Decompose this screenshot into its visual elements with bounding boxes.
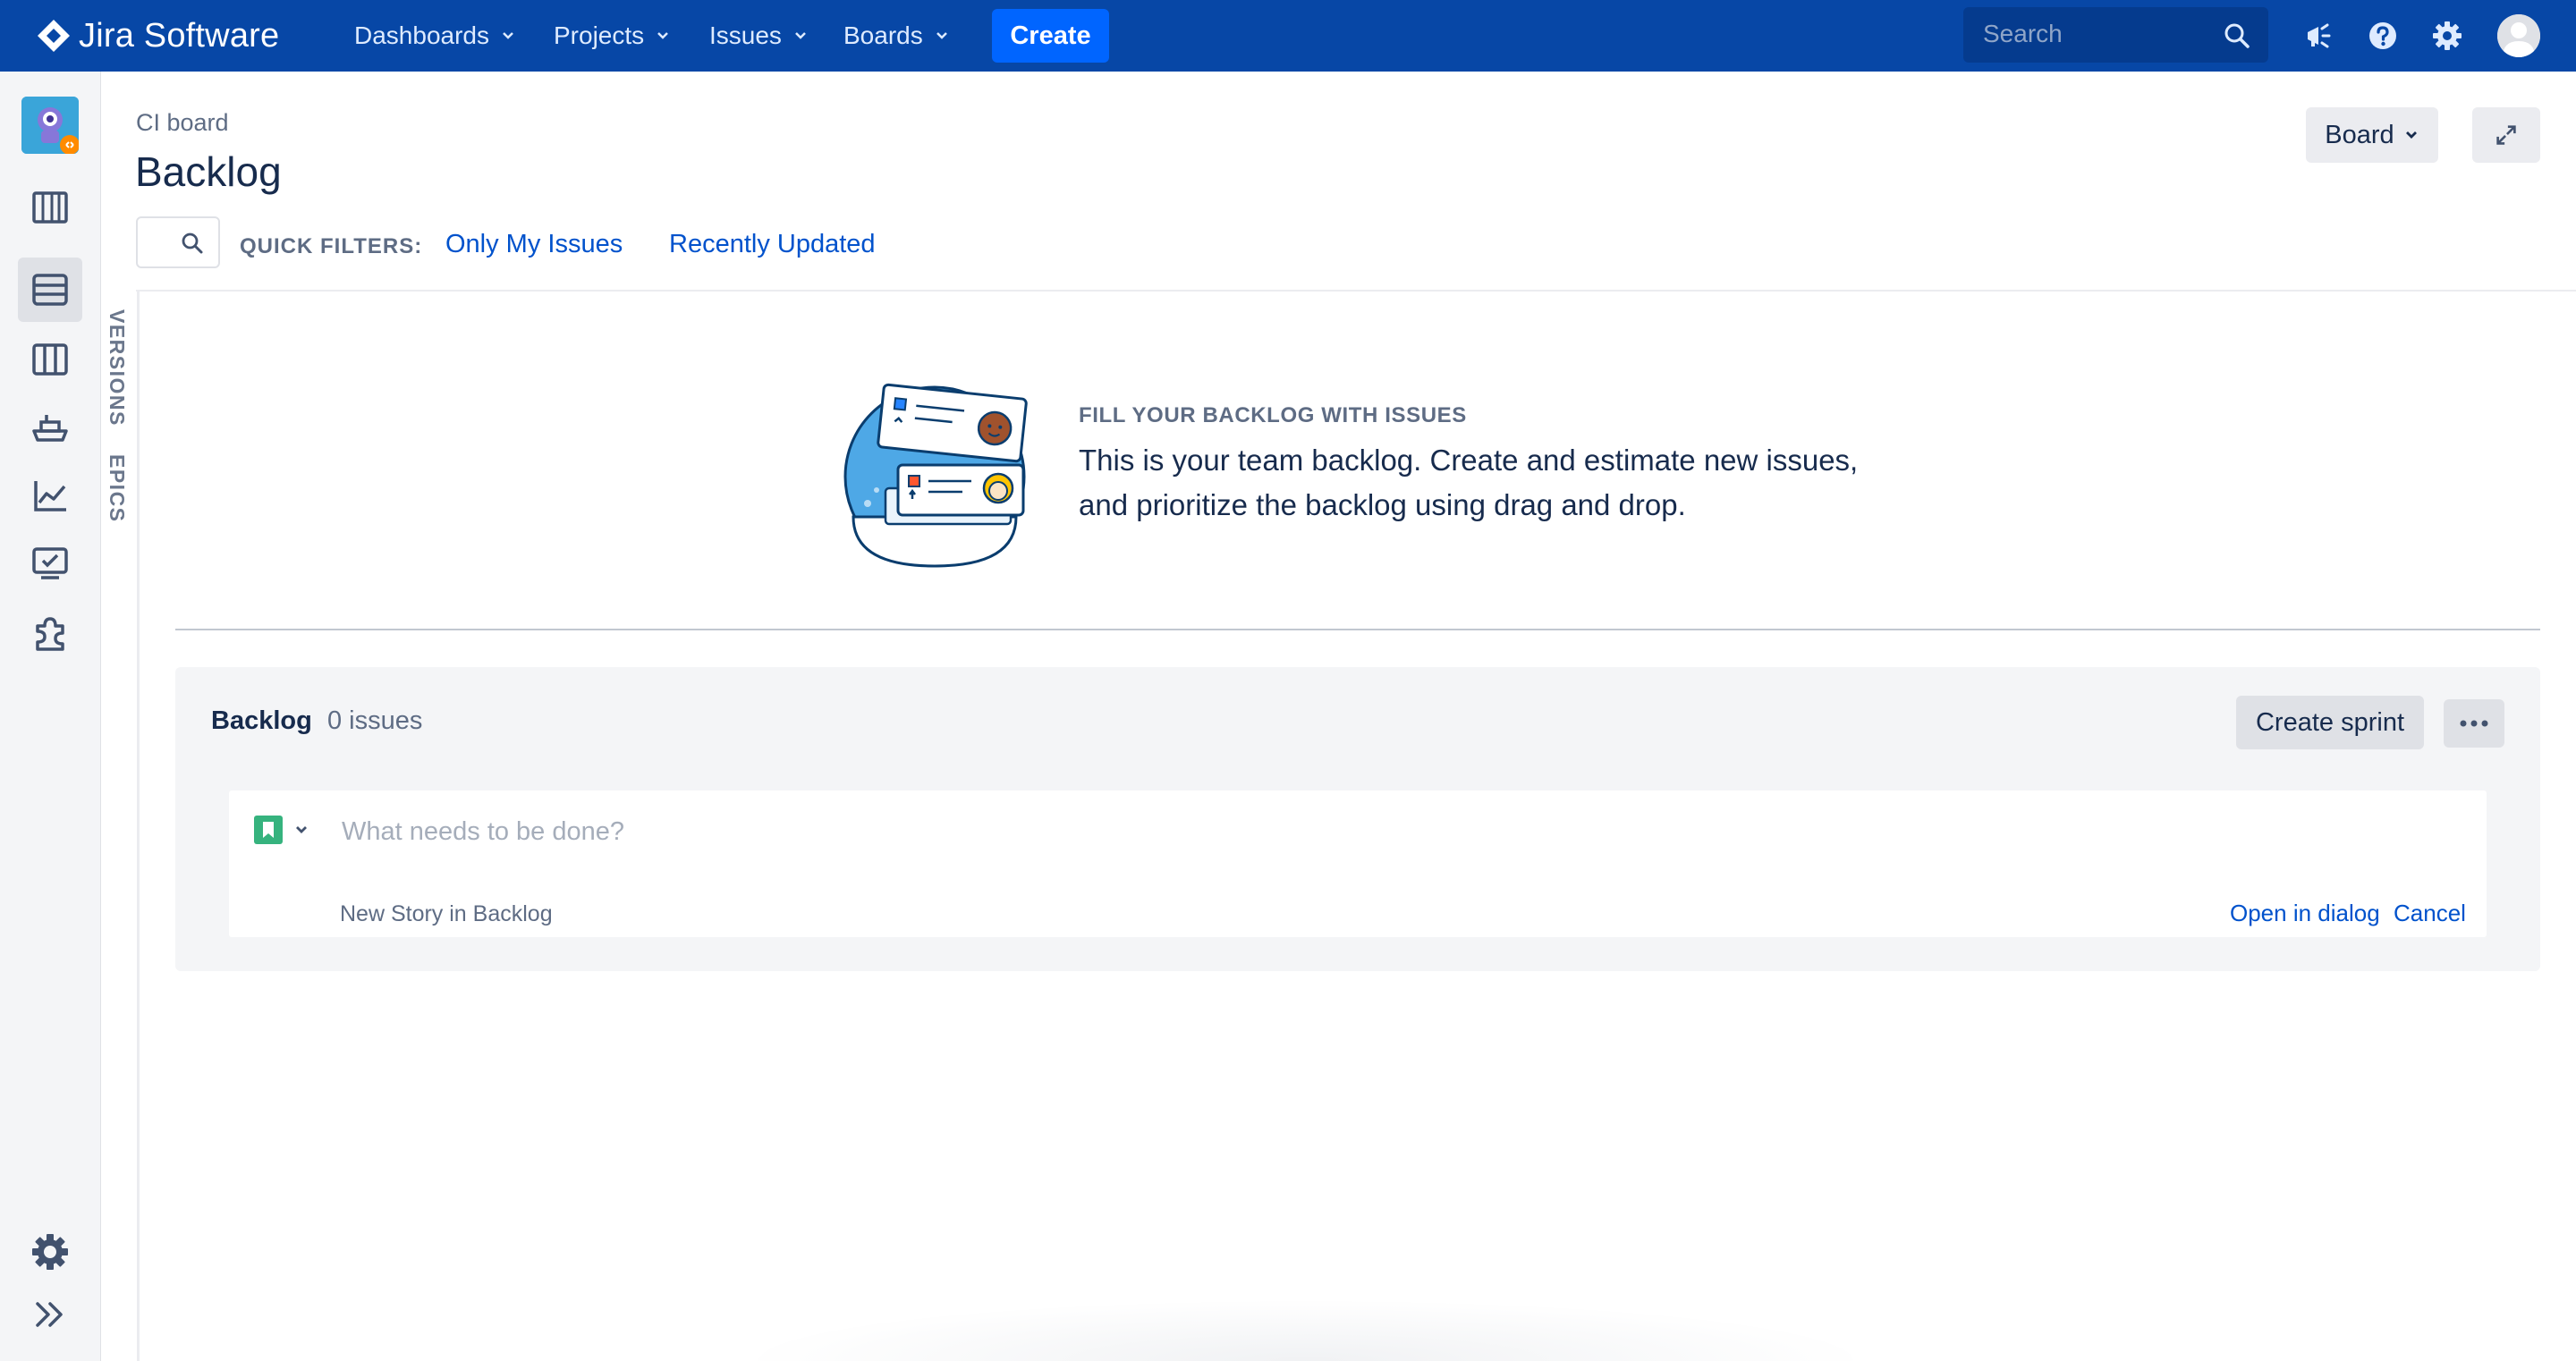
nav-dashboards[interactable]: Dashboards bbox=[354, 18, 516, 54]
empty-backlog-illustration bbox=[843, 383, 1028, 568]
chevron-down-icon bbox=[503, 32, 513, 39]
chevron-down-icon bbox=[657, 32, 669, 39]
user-icon bbox=[2497, 14, 2540, 57]
nav-issues-label: Issues bbox=[709, 21, 782, 49]
reports-icon[interactable] bbox=[29, 474, 72, 517]
page-title: Backlog bbox=[135, 148, 282, 195]
backlog-container: Backlog 0 issues Create sprint New Story… bbox=[175, 667, 2540, 971]
nav-projects[interactable]: Projects bbox=[554, 18, 671, 54]
help-icon[interactable] bbox=[2365, 18, 2401, 54]
nav-boards[interactable]: Boards bbox=[843, 18, 950, 54]
create-button[interactable]: Create bbox=[992, 9, 1109, 63]
chevron-down-icon bbox=[2405, 131, 2417, 139]
board-dropdown-button[interactable]: Board bbox=[2306, 107, 2438, 163]
expand-sidebar-icon[interactable] bbox=[29, 1293, 72, 1336]
project-avatar-icon bbox=[21, 97, 80, 155]
fullscreen-button[interactable] bbox=[2472, 107, 2540, 163]
roadmap-icon[interactable] bbox=[29, 186, 72, 229]
chevron-down-icon bbox=[296, 826, 307, 833]
empty-state-divider bbox=[175, 629, 2540, 630]
backlog-icon[interactable] bbox=[29, 268, 72, 311]
addons-icon[interactable] bbox=[29, 612, 72, 655]
quick-filters-label: QUICK FILTERS: bbox=[240, 234, 423, 258]
backlog-issue-count: 0 issues bbox=[327, 706, 423, 735]
avatar[interactable] bbox=[2497, 14, 2540, 57]
issue-type-picker[interactable] bbox=[254, 814, 311, 846]
cancel-link[interactable]: Cancel bbox=[2394, 900, 2466, 927]
jira-logo[interactable]: Jira Software bbox=[36, 16, 279, 55]
chevron-down-icon bbox=[795, 32, 806, 39]
nav-boards-label: Boards bbox=[843, 21, 923, 49]
releases-icon[interactable] bbox=[29, 406, 72, 449]
top-navigation: Jira Software Dashboards Projects Issues… bbox=[0, 0, 2576, 72]
more-icon bbox=[2460, 720, 2488, 727]
nav-dashboards-label: Dashboards bbox=[354, 21, 489, 49]
settings-icon[interactable] bbox=[2429, 18, 2465, 54]
expand-icon bbox=[2496, 125, 2516, 145]
nav-issues[interactable]: Issues bbox=[709, 18, 809, 54]
chevron-down-icon bbox=[936, 32, 947, 39]
search-placeholder: Search bbox=[1983, 20, 2063, 47]
issues-icon[interactable] bbox=[29, 542, 72, 585]
search-input[interactable]: Search bbox=[1963, 7, 2268, 63]
project-avatar[interactable] bbox=[21, 97, 80, 155]
side-panel-tabs: VERSIONS EPICS bbox=[101, 292, 140, 1361]
board-button-label: Board bbox=[2325, 120, 2394, 149]
search-icon bbox=[182, 232, 203, 254]
backlog-title: Backlog bbox=[211, 706, 312, 735]
story-icon bbox=[254, 816, 283, 844]
epics-tab[interactable]: EPICS bbox=[105, 454, 129, 523]
project-settings-icon[interactable] bbox=[29, 1230, 72, 1273]
search-icon bbox=[2224, 23, 2250, 48]
filter-search-input[interactable] bbox=[136, 216, 220, 268]
empty-state-body: This is your team backlog. Create and es… bbox=[1079, 444, 1859, 521]
header-divider bbox=[136, 290, 2576, 292]
bottom-shadow bbox=[733, 1298, 1878, 1361]
versions-tab[interactable]: VERSIONS bbox=[105, 309, 129, 427]
quick-filter-recently-updated[interactable]: Recently Updated bbox=[669, 230, 876, 259]
megaphone-icon[interactable] bbox=[2301, 18, 2336, 54]
board-icon[interactable] bbox=[29, 338, 72, 381]
more-actions-button[interactable] bbox=[2444, 699, 2504, 748]
create-sprint-button[interactable]: Create sprint bbox=[2236, 696, 2424, 749]
breadcrumb[interactable]: CI board bbox=[136, 109, 229, 137]
inline-create-hint: New Story in Backlog bbox=[340, 901, 553, 926]
project-sidebar bbox=[0, 72, 101, 1361]
empty-state-heading: FILL YOUR BACKLOG WITH ISSUES bbox=[1079, 403, 1467, 427]
app-name: Jira Software bbox=[79, 16, 280, 55]
inline-issue-create: New Story in Backlog Open in dialog Canc… bbox=[229, 790, 2487, 937]
issue-summary-input[interactable] bbox=[340, 808, 2401, 855]
nav-projects-label: Projects bbox=[554, 21, 645, 49]
jira-diamond-icon bbox=[38, 20, 70, 52]
quick-filter-only-my-issues[interactable]: Only My Issues bbox=[445, 230, 623, 259]
open-in-dialog-link[interactable]: Open in dialog bbox=[2230, 900, 2380, 927]
